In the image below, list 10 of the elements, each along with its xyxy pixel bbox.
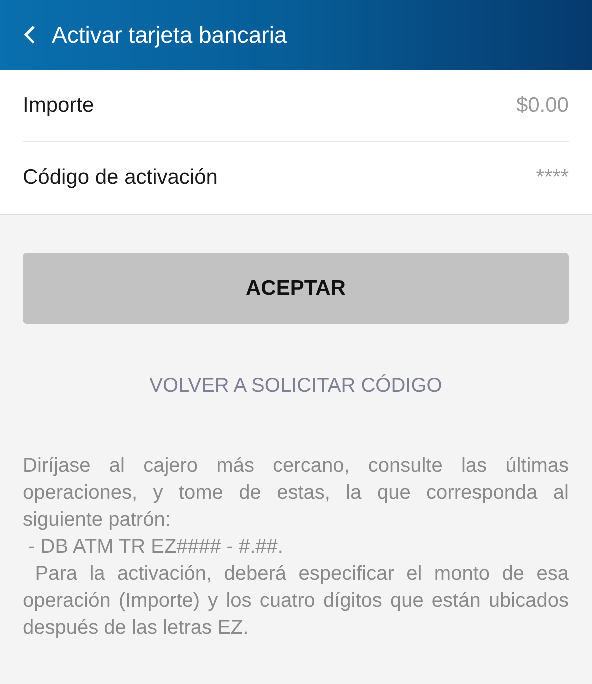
back-icon[interactable] — [24, 25, 36, 45]
field-label: Código de activación — [23, 165, 218, 192]
instruction-text: Para la activación, deberá especificar el monto de esa operación (Importe) y los cuatro dígitos que están ubicados después de las letras EZ. — [23, 562, 569, 641]
field-label: Importe — [23, 92, 94, 119]
resend-code-link[interactable]: VOLVER A SOLICITAR CÓDIGO — [150, 371, 442, 401]
screen-title: Activar tarjeta bancaria — [52, 20, 288, 50]
instruction-text: Diríjase al cajero más cercano, consulte las últimas operaciones, y tome de estas, la que corresponda al siguiente patrón: — [23, 454, 569, 533]
input-field[interactable]: $0.00 — [349, 90, 569, 122]
instruction-text: - DB ATM TR EZ#### - #.##. — [28, 535, 284, 560]
input-field[interactable]: **** — [349, 162, 569, 194]
